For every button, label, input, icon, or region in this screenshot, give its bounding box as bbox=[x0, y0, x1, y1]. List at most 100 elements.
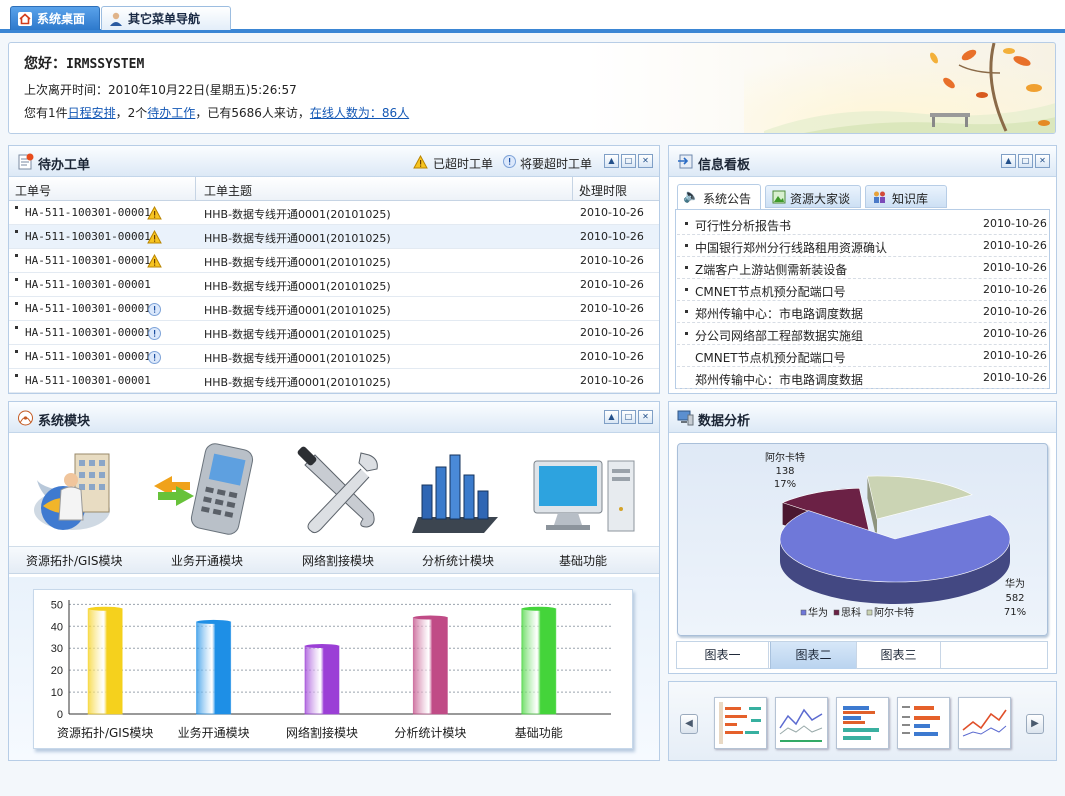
bar[interactable] bbox=[412, 617, 448, 715]
info-tab-knowledge[interactable]: 知识库 bbox=[865, 185, 947, 208]
autumn-decoration-image bbox=[744, 43, 1055, 133]
module-statistics-button[interactable] bbox=[412, 445, 504, 537]
announcement-title[interactable]: Z端客户上游站侧需新装设备 bbox=[695, 261, 847, 278]
maximize-button[interactable]: □ bbox=[1018, 154, 1033, 168]
list-item[interactable]: 郑州传输中心：市电路调度数据 2010-10-26 bbox=[677, 301, 1047, 323]
announcement-title[interactable]: 郑州传输中心：市电路调度数据 bbox=[695, 305, 863, 322]
module-label-statistics[interactable]: 分析统计模块 bbox=[393, 552, 523, 569]
list-item[interactable]: 分公司网络部工程部数据实施组 2010-10-26 bbox=[677, 323, 1047, 345]
announcement-title[interactable]: 可行性分析报告书 bbox=[695, 217, 791, 234]
modules-panel-title: 系统模块 bbox=[38, 414, 91, 429]
notepad-icon bbox=[18, 153, 34, 170]
module-label-cutover[interactable]: 网络割接模块 bbox=[273, 552, 403, 569]
announcement-title[interactable]: 中国银行郑州分行线路租用资源确认 bbox=[695, 239, 887, 256]
work-order-id[interactable]: HA-511-100301-00001 bbox=[25, 230, 151, 243]
info-tab-label: 系统公告 bbox=[703, 192, 752, 206]
work-order-subject[interactable]: HHB-数据专线开通0001(20101025) bbox=[204, 302, 391, 318]
collapse-button[interactable]: ▲ bbox=[604, 410, 619, 424]
work-order-subject[interactable]: HHB-数据专线开通0001(20101025) bbox=[204, 230, 391, 246]
module-label-gis[interactable]: 资源拓扑/GIS模块 bbox=[26, 552, 154, 569]
module-label-service[interactable]: 业务开通模块 bbox=[142, 552, 272, 569]
info-tab-announcements[interactable]: 🔈 系统公告 bbox=[677, 184, 761, 209]
table-row[interactable]: HA-511-100301-00001 HHB-数据专线开通0001(201010… bbox=[9, 345, 659, 369]
subtab-chart-2[interactable]: 图表二 bbox=[770, 642, 857, 669]
collapse-button[interactable]: ▲ bbox=[1001, 154, 1016, 168]
announcement-title[interactable]: 郑州传输中心：市电路调度数据 bbox=[695, 371, 863, 388]
work-order-subject[interactable]: HHB-数据专线开通0001(20101025) bbox=[204, 206, 391, 222]
work-order-subject[interactable]: HHB-数据专线开通0001(20101025) bbox=[204, 350, 391, 366]
table-row[interactable]: HA-511-100301-00001 HHB-数据专线开通0001(201010… bbox=[9, 225, 659, 249]
work-order-id[interactable]: HA-511-100301-00001 bbox=[25, 326, 151, 339]
pie-slice[interactable] bbox=[867, 475, 973, 520]
module-label-basic[interactable]: 基础功能 bbox=[518, 552, 648, 569]
bar-thumb-icon bbox=[719, 702, 761, 744]
chevron-right-icon[interactable]: ▶ bbox=[1026, 714, 1044, 734]
tab-system-desktop[interactable]: 系统桌面 bbox=[10, 6, 100, 30]
chart-thumbnail[interactable] bbox=[958, 697, 1011, 749]
module-gis-button[interactable] bbox=[27, 440, 115, 538]
list-item[interactable]: CMNET节点机预分配端口号 2010-10-26 bbox=[677, 345, 1047, 367]
todo-panel: 待办工单 已超时工单 将要超时工单 ▲ □ ✕ 工单号 工单主题 处理时限 HA… bbox=[8, 145, 660, 394]
list-item[interactable]: CMNET节点机预分配端口号 2010-10-26 bbox=[677, 279, 1047, 301]
legend-overdue: 已超时工单 bbox=[433, 157, 494, 171]
work-order-id[interactable]: HA-511-100301-00001 bbox=[25, 206, 151, 219]
list-item[interactable]: 可行性分析报告书 2010-10-26 bbox=[677, 213, 1047, 235]
table-row[interactable]: HA-511-100301-00001 HHB-数据专线开通0001(201010… bbox=[9, 273, 659, 297]
module-basic-button[interactable] bbox=[530, 455, 636, 535]
bar-thumb-icon bbox=[843, 706, 879, 740]
username: IRMSSYSTEM bbox=[66, 57, 145, 72]
info-tab-resources[interactable]: 资源大家谈 bbox=[765, 185, 861, 208]
work-order-id[interactable]: HA-511-100301-00001 bbox=[25, 254, 151, 267]
subtab-chart-3[interactable]: 图表三 bbox=[857, 642, 941, 669]
row-bullet bbox=[15, 326, 18, 329]
bar[interactable] bbox=[304, 645, 340, 715]
work-order-deadline: 2010-10-26 bbox=[580, 302, 644, 315]
bar[interactable] bbox=[87, 608, 123, 715]
y-tick-label: 50 bbox=[51, 599, 63, 611]
module-service-button[interactable] bbox=[150, 440, 255, 538]
chart-thumbnail[interactable] bbox=[775, 697, 828, 749]
list-item[interactable]: 中国银行郑州分行线路租用资源确认 2010-10-26 bbox=[677, 235, 1047, 257]
tab-other-menu[interactable]: 其它菜单导航 bbox=[101, 6, 231, 30]
work-order-id[interactable]: HA-511-100301-00001 bbox=[25, 278, 151, 291]
info-icon bbox=[148, 351, 161, 364]
work-order-subject[interactable]: HHB-数据专线开通0001(20101025) bbox=[204, 278, 391, 294]
table-row[interactable]: HA-511-100301-00001 HHB-数据专线开通0001(201010… bbox=[9, 369, 659, 393]
work-order-id[interactable]: HA-511-100301-00001 bbox=[25, 302, 151, 315]
work-order-id[interactable]: HA-511-100301-00001 bbox=[25, 350, 151, 363]
announcement-title[interactable]: CMNET节点机预分配端口号 bbox=[695, 283, 846, 300]
announcement-date: 2010-10-26 bbox=[983, 261, 1047, 274]
work-order-subject[interactable]: HHB-数据专线开通0001(20101025) bbox=[204, 374, 391, 390]
todo-link[interactable]: 待办工作 bbox=[147, 106, 195, 120]
announcement-title[interactable]: 分公司网络部工程部数据实施组 bbox=[695, 327, 863, 344]
table-row[interactable]: HA-511-100301-00001 HHB-数据专线开通0001(201010… bbox=[9, 321, 659, 345]
bar[interactable] bbox=[196, 621, 232, 715]
bar[interactable] bbox=[521, 608, 557, 715]
work-order-id[interactable]: HA-511-100301-00001 bbox=[25, 374, 151, 387]
online-users-link[interactable]: 在线人数为：86人 bbox=[310, 106, 409, 120]
table-row[interactable]: HA-511-100301-00001 HHB-数据专线开通0001(201010… bbox=[9, 201, 659, 225]
maximize-button[interactable]: □ bbox=[621, 154, 636, 168]
table-row[interactable]: HA-511-100301-00001 HHB-数据专线开通0001(201010… bbox=[9, 297, 659, 321]
close-button[interactable]: ✕ bbox=[638, 410, 653, 424]
close-button[interactable]: ✕ bbox=[638, 154, 653, 168]
info-tab-label: 资源大家谈 bbox=[790, 192, 851, 206]
close-button[interactable]: ✕ bbox=[1035, 154, 1050, 168]
subtab-chart-1[interactable]: 图表一 bbox=[677, 642, 769, 669]
maximize-button[interactable]: □ bbox=[621, 410, 636, 424]
module-cutover-button[interactable] bbox=[295, 445, 385, 537]
chart-thumbnail[interactable] bbox=[897, 697, 950, 749]
schedule-link[interactable]: 日程安排 bbox=[68, 106, 116, 120]
collapse-button[interactable]: ▲ bbox=[604, 154, 619, 168]
chevron-left-icon[interactable]: ◀ bbox=[680, 714, 698, 734]
work-order-subject[interactable]: HHB-数据专线开通0001(20101025) bbox=[204, 326, 391, 342]
table-row[interactable]: HA-511-100301-00001 HHB-数据专线开通0001(201010… bbox=[9, 249, 659, 273]
list-item[interactable]: 郑州传输中心：市电路调度数据 2010-10-26 bbox=[677, 367, 1047, 389]
chart-thumbnail[interactable] bbox=[714, 697, 767, 749]
work-order-subject[interactable]: HHB-数据专线开通0001(20101025) bbox=[204, 254, 391, 270]
chart-thumbnail[interactable] bbox=[836, 697, 889, 749]
summary-text: ，2个 bbox=[115, 106, 148, 120]
announcement-title[interactable]: CMNET节点机预分配端口号 bbox=[695, 349, 846, 366]
y-tick-label: 0 bbox=[57, 709, 63, 721]
list-item[interactable]: Z端客户上游站侧需新装设备 2010-10-26 bbox=[677, 257, 1047, 279]
